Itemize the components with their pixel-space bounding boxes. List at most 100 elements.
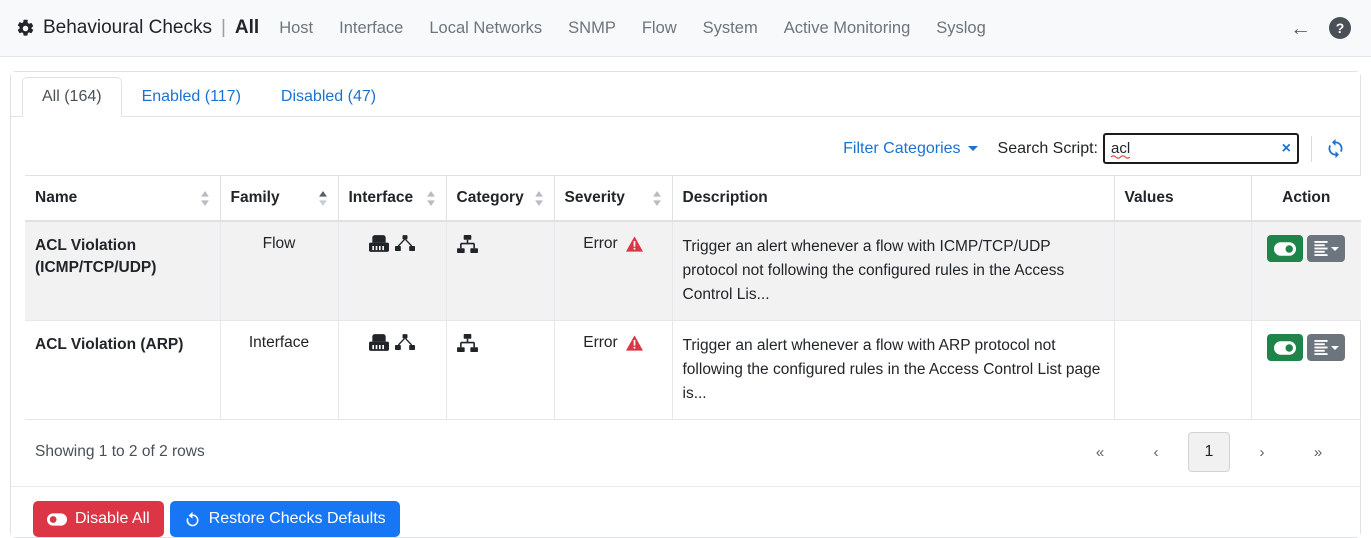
cell-interface [337, 221, 446, 322]
column-header-severity[interactable]: Severity [553, 175, 672, 222]
nav-link-host[interactable]: Host [279, 19, 313, 38]
pagination-prev[interactable]: ‹ [1139, 441, 1173, 463]
bottom-action-bar: Disable All Restore Checks Defaults [11, 486, 1360, 538]
tab-disabled[interactable]: Disabled (47) [261, 77, 396, 117]
list-icon [1314, 340, 1328, 356]
severity-badge: Error [583, 334, 643, 352]
disable-all-button[interactable]: Disable All [33, 501, 164, 538]
action-button-group [1262, 235, 1352, 262]
column-label-category: Category [456, 189, 524, 206]
interface-icon-group [369, 235, 415, 252]
column-header-interface[interactable]: Interface [337, 175, 446, 222]
column-label-severity: Severity [564, 189, 625, 206]
table-row[interactable]: ACL Violation (ARP) Interface Error Trig… [25, 320, 1361, 421]
top-navbar: Behavioural Checks | All Host Interface … [0, 0, 1371, 57]
column-header-name[interactable]: Name [25, 175, 220, 222]
ethernet-icon [369, 334, 389, 351]
search-field-wrapper: × [1103, 133, 1299, 164]
disable-all-label: Disable All [75, 510, 150, 528]
cell-values [1113, 320, 1251, 421]
column-header-family[interactable]: Family [219, 175, 338, 222]
nav-active-section[interactable]: All [235, 17, 259, 39]
sort-ascending-icon [318, 190, 327, 206]
cell-action [1250, 221, 1361, 322]
nav-link-system[interactable]: System [703, 19, 758, 38]
cell-severity: Error [553, 221, 672, 322]
page-body: All (164) Enabled (117) Disabled (47) Fi… [0, 57, 1371, 538]
nav-link-active-monitoring[interactable]: Active Monitoring [784, 19, 911, 38]
cell-values [1113, 221, 1251, 322]
search-input[interactable] [1103, 133, 1299, 164]
showing-rows-text: Showing 1 to 2 of 2 rows [35, 443, 205, 461]
search-label: Search Script: [997, 139, 1098, 157]
pagination-page-1[interactable]: 1 [1188, 432, 1230, 473]
interface-icon-group [369, 334, 415, 351]
table-row[interactable]: ACL Violation (ICMP/TCP/UDP) Flow Error … [25, 221, 1361, 322]
cell-severity: Error [553, 320, 672, 421]
sitemap-icon [456, 235, 478, 254]
cell-category [445, 320, 554, 421]
cell-name: ACL Violation (ICMP/TCP/UDP) [25, 221, 220, 322]
cell-interface [337, 320, 446, 421]
restore-defaults-button[interactable]: Restore Checks Defaults [169, 501, 400, 538]
project-diagram-icon [395, 235, 415, 251]
pagination-last[interactable]: » [1301, 441, 1335, 463]
navbar-actions: ← ? [1290, 17, 1351, 39]
brand: Behavioural Checks | All [16, 17, 259, 39]
sitemap-icon [456, 334, 478, 353]
sort-both-icon [534, 190, 543, 206]
filter-categories-dropdown[interactable]: Filter Categories [843, 139, 978, 158]
row-menu-button[interactable] [1307, 334, 1346, 362]
cell-description: Trigger an alert whenever a flow with IC… [671, 221, 1114, 322]
cell-category [445, 221, 554, 322]
severity-label: Error [583, 235, 618, 252]
severity-label: Error [583, 334, 618, 352]
nav-link-syslog[interactable]: Syslog [936, 19, 986, 38]
table-toolbar: Filter Categories Search Script: × [11, 117, 1360, 175]
pagination-next[interactable]: › [1245, 441, 1279, 463]
column-header-category[interactable]: Category [445, 175, 554, 222]
back-arrow-icon[interactable]: ← [1290, 18, 1311, 39]
nav-link-interface[interactable]: Interface [339, 19, 403, 38]
chevron-down-icon [1330, 345, 1339, 350]
nav-links: Host Interface Local Networks SNMP Flow … [279, 19, 986, 38]
toggle-enabled-button[interactable] [1267, 334, 1304, 362]
help-icon[interactable]: ? [1329, 17, 1351, 39]
toggle-enabled-button[interactable] [1267, 235, 1304, 262]
tab-all[interactable]: All (164) [22, 77, 122, 117]
brand-title: Behavioural Checks [43, 17, 212, 38]
pagination-first[interactable]: « [1083, 441, 1117, 463]
column-label-interface: Interface [348, 189, 414, 206]
cell-action [1250, 320, 1361, 421]
toolbar-divider [1311, 135, 1312, 162]
column-label-values: Values [1124, 189, 1174, 206]
nav-link-snmp[interactable]: SNMP [568, 19, 616, 38]
severity-badge: Error [583, 235, 643, 253]
nav-link-local-networks[interactable]: Local Networks [429, 19, 542, 38]
column-label-action: Action [1282, 189, 1331, 206]
warning-triangle-icon [625, 236, 643, 252]
filter-categories-label: Filter Categories [843, 139, 961, 157]
table-footer: Showing 1 to 2 of 2 rows « ‹ 1 › » [11, 420, 1360, 486]
tab-enabled[interactable]: Enabled (117) [122, 77, 261, 117]
undo-icon [186, 511, 199, 526]
list-icon [1314, 241, 1328, 256]
checks-table: Name Family Interface Category Severity … [25, 175, 1361, 421]
row-menu-button[interactable] [1307, 235, 1346, 262]
column-header-values[interactable]: Values [1113, 175, 1251, 222]
ethernet-icon [369, 235, 389, 252]
action-button-group [1262, 334, 1352, 362]
tab-bar: All (164) Enabled (117) Disabled (47) [11, 72, 1360, 117]
cell-family: Flow [219, 221, 338, 322]
refresh-icon[interactable] [1325, 138, 1346, 159]
sort-both-icon [652, 190, 661, 206]
nav-link-flow[interactable]: Flow [642, 19, 677, 38]
cell-description: Trigger an alert whenever a flow with AR… [671, 320, 1114, 421]
table-header-row: Name Family Interface Category Severity … [25, 175, 1361, 222]
column-label-family: Family [230, 189, 280, 206]
column-header-description[interactable]: Description [671, 175, 1114, 222]
column-header-action[interactable]: Action [1250, 175, 1361, 222]
cell-name: ACL Violation (ARP) [25, 320, 220, 421]
clear-search-icon[interactable]: × [1282, 140, 1291, 157]
column-label-description: Description [682, 189, 768, 206]
